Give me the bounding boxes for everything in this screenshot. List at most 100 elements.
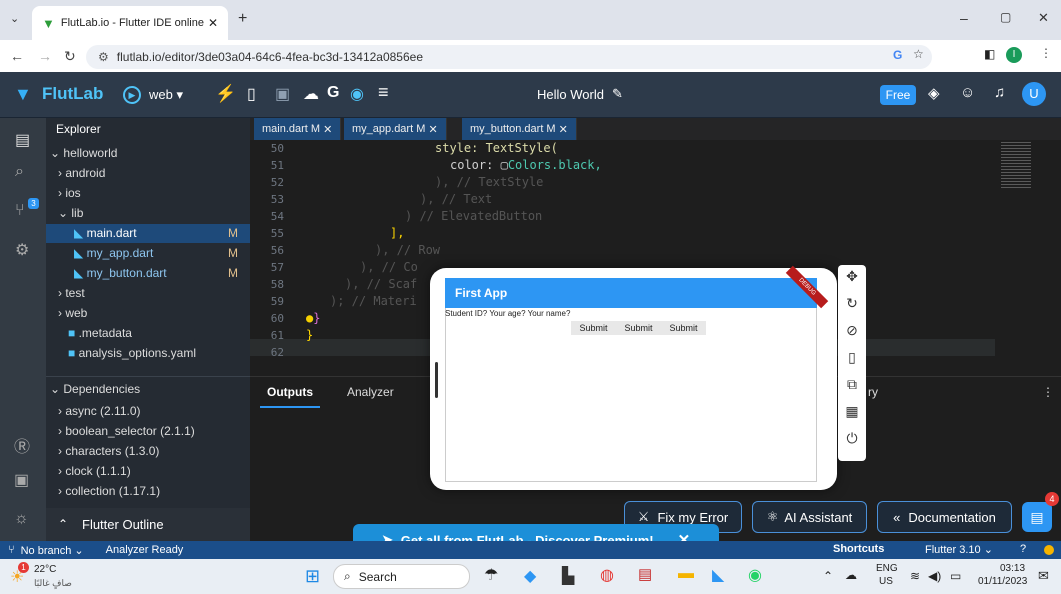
sidepanel-icon[interactable]: ◧ [984,47,995,61]
dependency-item[interactable]: › clock (1.1.1) [58,464,131,478]
flutter-version-select[interactable]: Flutter 3.10 ⌄ [925,543,993,556]
back-icon[interactable]: ← [10,48,24,64]
flutter-icon[interactable]: ◉ [350,84,364,104]
tree-folder-test[interactable]: › test [58,286,85,300]
search-icon[interactable]: ⌕ [15,163,24,181]
minimize-icon[interactable]: – [960,10,968,26]
google-g-icon[interactable]: G [327,84,339,102]
browser-menu-icon[interactable]: ⋮ [1040,46,1052,60]
help-icon[interactable]: ? [1020,543,1026,555]
tree-folder-web[interactable]: › web [58,306,87,320]
battery-icon[interactable]: ▭ [950,569,961,583]
file-explorer-icon[interactable]: ▬ [678,565,694,583]
terminal-icon[interactable]: ▙ [562,566,574,586]
dependencies-header[interactable]: ⌄ Dependencies [50,382,140,396]
submit-button[interactable]: Submit [571,321,616,335]
pdf-icon[interactable]: ▤ [638,565,652,583]
minimap[interactable] [995,140,1045,200]
menu-icon[interactable]: ≡ [378,82,389,103]
whatsapp-icon[interactable]: ◉ [748,565,762,585]
windows-start-icon[interactable]: ⊞ [305,566,320,587]
outline-icon[interactable]: ☼ [14,510,29,528]
notification-icon[interactable]: ✉ [1038,568,1049,584]
new-tab-icon[interactable]: + [238,10,247,28]
cloud-upload-icon[interactable]: ☁ [303,84,319,104]
move-icon[interactable]: ✥ [846,268,858,292]
tree-file-my-button[interactable]: ◣ my_button.dart [74,266,167,280]
flutter-app-icon[interactable]: ◆ [524,566,536,586]
google-icon[interactable]: G [893,48,902,62]
settings-gear-icon[interactable]: ⚙ [15,240,29,260]
add-user-icon[interactable]: ☺ [960,84,975,101]
submit-button[interactable]: Submit [661,321,706,335]
tree-file-my-app[interactable]: ◣ my_app.dart [74,246,153,260]
browser-tab[interactable]: ▼ FlutLab.io - Flutter IDE online ✕ [32,6,228,40]
tab-search-icon[interactable]: ⌄ [10,12,19,25]
resize-handle[interactable] [435,362,438,398]
tab-outputs[interactable]: Outputs [267,385,313,399]
notifications-icon[interactable]: ♫ [994,84,1005,101]
bookmark-star-icon[interactable]: ☆ [913,47,924,61]
volume-icon[interactable]: ◀) [928,569,941,583]
window-close-icon[interactable]: ✕ [1038,10,1049,26]
submit-button[interactable]: Submit [616,321,661,335]
target-select[interactable]: web ▾ [149,87,183,103]
clock-time[interactable]: 03:13 [1000,563,1025,574]
plan-badge[interactable]: Free [880,85,916,105]
tray-expand-icon[interactable]: ⌃ [823,569,833,583]
tab-history[interactable]: ry [868,385,878,399]
tree-folder-lib[interactable]: ⌄ lib [58,206,83,220]
forward-icon[interactable]: → [38,48,52,64]
save-icon[interactable]: ▣ [275,84,290,104]
dependency-item[interactable]: › async (2.11.0) [58,404,141,418]
tree-file-main[interactable]: ◣ main.dart [74,226,137,240]
chat-button[interactable]: ▤ [1022,502,1052,532]
tree-folder-root[interactable]: ⌄ helloworld [50,146,117,160]
profile-avatar[interactable]: I [1006,47,1022,63]
close-tab-icon[interactable]: ✕ [559,123,568,136]
source-control-icon[interactable]: ⑂ [15,202,25,220]
dependency-item[interactable]: › characters (1.3.0) [58,444,159,458]
widgets-icon[interactable]: ☂ [484,565,498,585]
hot-reload-icon[interactable]: ⚡ [215,84,236,104]
power-icon[interactable]: ⏻ [846,430,857,454]
user-avatar[interactable]: U [1022,82,1046,106]
files-icon[interactable]: ▤ [15,130,30,150]
wifi-icon[interactable]: ≋ [910,569,920,583]
shortcuts-link[interactable]: Shortcuts [833,543,884,555]
run-icon[interactable]: ▶ [123,86,141,104]
ai-assistant-button[interactable]: ⚛ AI Assistant [752,501,867,533]
tab-analyzer[interactable]: Analyzer [347,385,394,399]
outline-header[interactable]: ⌃ Flutter Outline [46,508,250,541]
tree-file-metadata[interactable]: ■ .metadata [68,326,132,340]
address-bar[interactable]: ⚙ flutlab.io/editor/3de03a04-64c6-4fea-b… [86,45,932,69]
documentation-button[interactable]: « Documentation [877,501,1012,533]
device-manager-icon[interactable]: ▣ [14,470,29,490]
cloud-tray-icon[interactable]: ☁ [845,568,857,582]
tab-main-dart[interactable]: main.dart M ✕ [254,118,342,140]
panel-menu-icon[interactable]: ⋮ [1042,385,1054,399]
close-tab-icon[interactable]: ✕ [323,123,332,136]
dependency-item[interactable]: › boolean_selector (2.1.1) [58,424,195,438]
restore-icon[interactable]: ▢ [1000,10,1011,24]
tree-folder-android[interactable]: › android [58,166,105,180]
package-icon[interactable]: Ⓡ [14,433,30,457]
dependency-item[interactable]: › collection (1.17.1) [58,484,160,498]
site-info-icon[interactable]: ⚙ [98,50,109,64]
tree-folder-ios[interactable]: › ios [58,186,81,200]
device-icon[interactable]: ▯ [247,84,256,104]
close-tab-icon[interactable]: ✕ [428,123,437,136]
chrome-icon[interactable]: ◍ [600,565,614,585]
rotate-icon[interactable]: ↻ [846,295,858,319]
tree-file-analysis-options[interactable]: ■ analysis_options.yaml [68,346,196,360]
open-external-icon[interactable]: ⧉ [847,376,857,400]
close-tab-icon[interactable]: ✕ [208,16,218,30]
language-indicator[interactable]: ENG [876,563,898,574]
orientation-icon[interactable]: ⊘ [846,322,858,346]
vscode-icon[interactable]: ◣ [712,565,724,585]
edit-title-icon[interactable]: ✎ [612,86,623,102]
qr-code-icon[interactable]: ▦ [845,403,858,427]
tab-my-button-dart[interactable]: my_button.dart M ✕ [462,118,577,140]
reload-icon[interactable]: ↻ [64,48,76,65]
layers-icon[interactable]: ◈ [928,84,940,102]
